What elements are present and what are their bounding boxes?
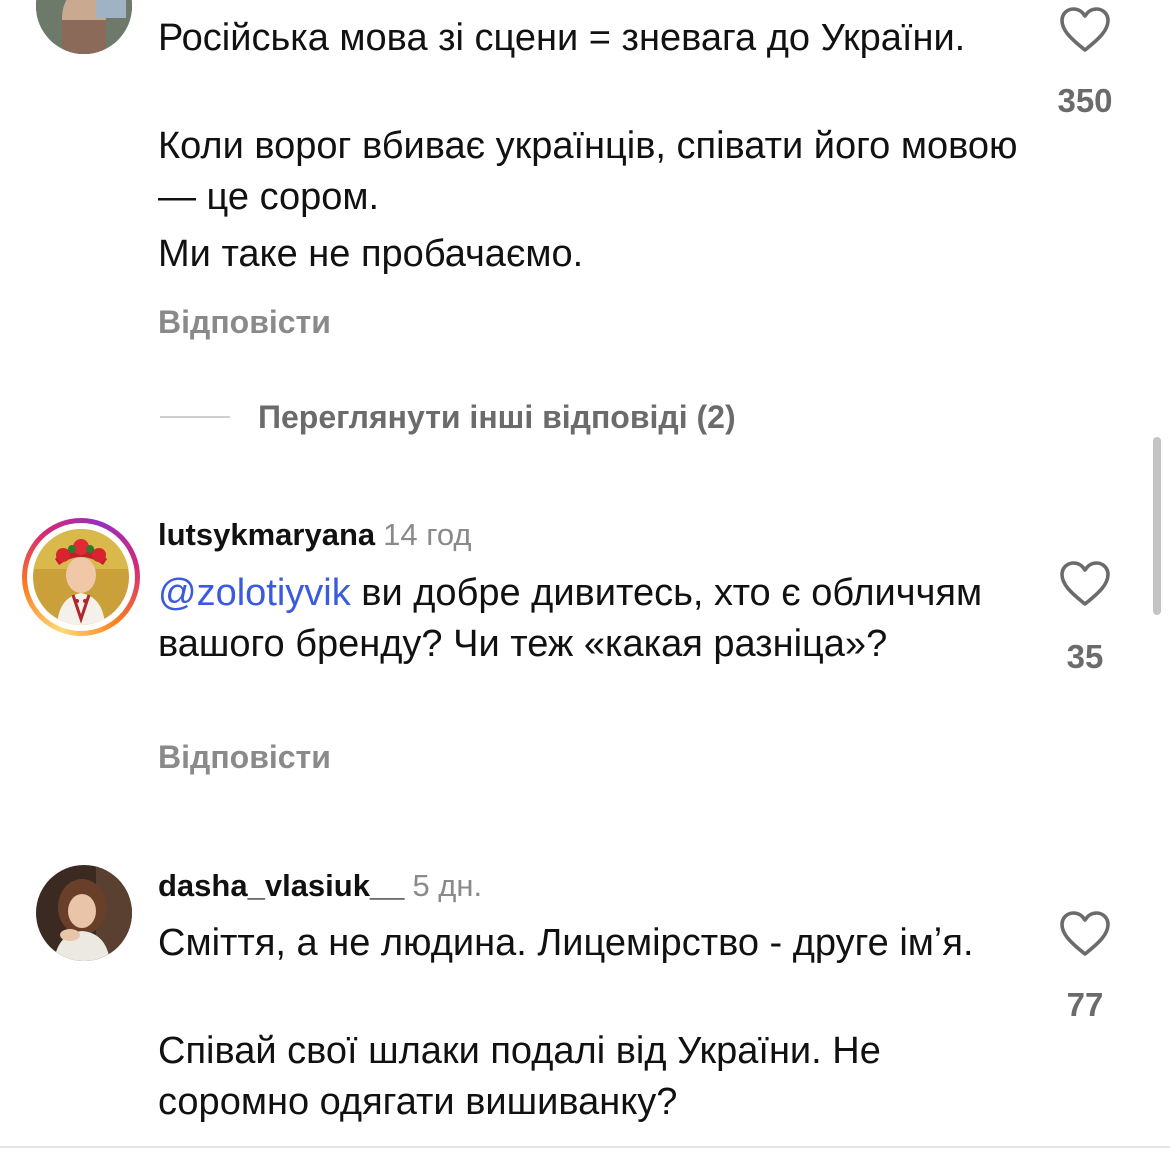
- comment-text: Співай свої шлаки подалі від України. Не…: [158, 1030, 881, 1123]
- heart-outline-icon: [1060, 911, 1110, 956]
- divider: [0, 1146, 1170, 1148]
- avatar[interactable]: [36, 865, 132, 961]
- comment-timestamp: 5 дн.: [412, 868, 483, 903]
- scrollbar[interactable]: [1153, 437, 1161, 615]
- comment-item: dasha_vlasiuk__ 5 дн. Сміття, а не людина…: [0, 0, 1170, 1146]
- comment-header: dasha_vlasiuk__ 5 дн.: [158, 866, 482, 906]
- comment-text: Сміття, а не людина. Лицемірство - друге…: [158, 922, 974, 964]
- avatar-photo: [36, 865, 132, 961]
- username-link[interactable]: dasha_vlasiuk__: [158, 868, 404, 903]
- like-count: 77: [1066, 986, 1104, 1023]
- like-button[interactable]: [1058, 911, 1112, 957]
